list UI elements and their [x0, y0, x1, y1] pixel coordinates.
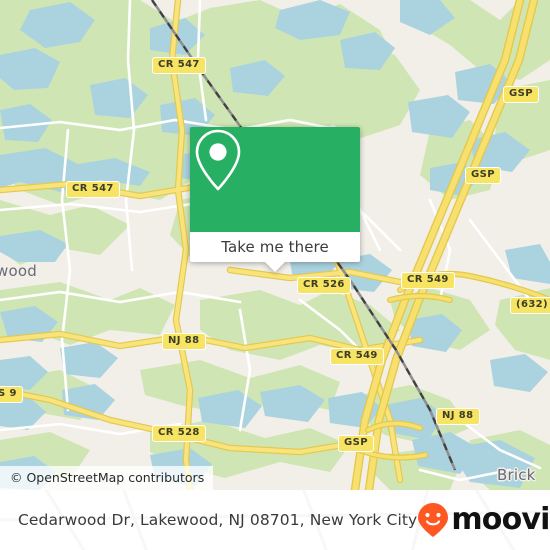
moovit-logo[interactable]: moovit: [417, 502, 550, 538]
popup-card-footer[interactable]: Take me there: [190, 232, 360, 272]
popup-card-header: [190, 127, 360, 232]
address-label: Cedarwood Dr, Lakewood, NJ 08701, New Yo…: [18, 511, 418, 529]
road-shield: CR 547: [152, 57, 206, 74]
road-shield: CR 526: [297, 277, 351, 294]
take-me-there-label: Take me there: [221, 238, 329, 256]
road-shield: CR 528: [152, 425, 206, 442]
place-label: wood: [0, 262, 37, 280]
place-label: Brick: [497, 466, 536, 484]
location-popup-card[interactable]: Take me there: [190, 127, 360, 272]
map-pin-icon: [195, 129, 241, 191]
road-shield: NJ 88: [162, 333, 206, 350]
popup-pointer-tail: [264, 261, 286, 272]
moovit-map-screenshot: CR 547 GSP CR 547 GSP CR 526 CR 549 (632) NJ 88…: [0, 0, 550, 550]
footer-bar: Cedarwood Dr, Lakewood, NJ 08701, New Yo…: [0, 490, 550, 550]
map-canvas[interactable]: CR 547 GSP CR 547 GSP CR 526 CR 549 (632) NJ 88…: [0, 0, 550, 490]
road-shield: GSP: [465, 167, 501, 184]
moovit-smiley-pin-icon: [418, 503, 449, 537]
road-shield: GSP: [338, 435, 374, 452]
road-shield: GSP: [503, 86, 539, 103]
road-shield: (632): [510, 297, 550, 314]
osm-attribution[interactable]: © OpenStreetMap contributors: [0, 466, 214, 490]
road-shield: CR 549: [401, 272, 455, 289]
road-shield: S 9: [0, 386, 23, 403]
road-shield: CR 547: [66, 181, 120, 198]
moovit-wordmark: moovit: [451, 502, 550, 537]
road-shield: NJ 88: [436, 408, 480, 425]
road-shield: CR 549: [330, 348, 384, 365]
